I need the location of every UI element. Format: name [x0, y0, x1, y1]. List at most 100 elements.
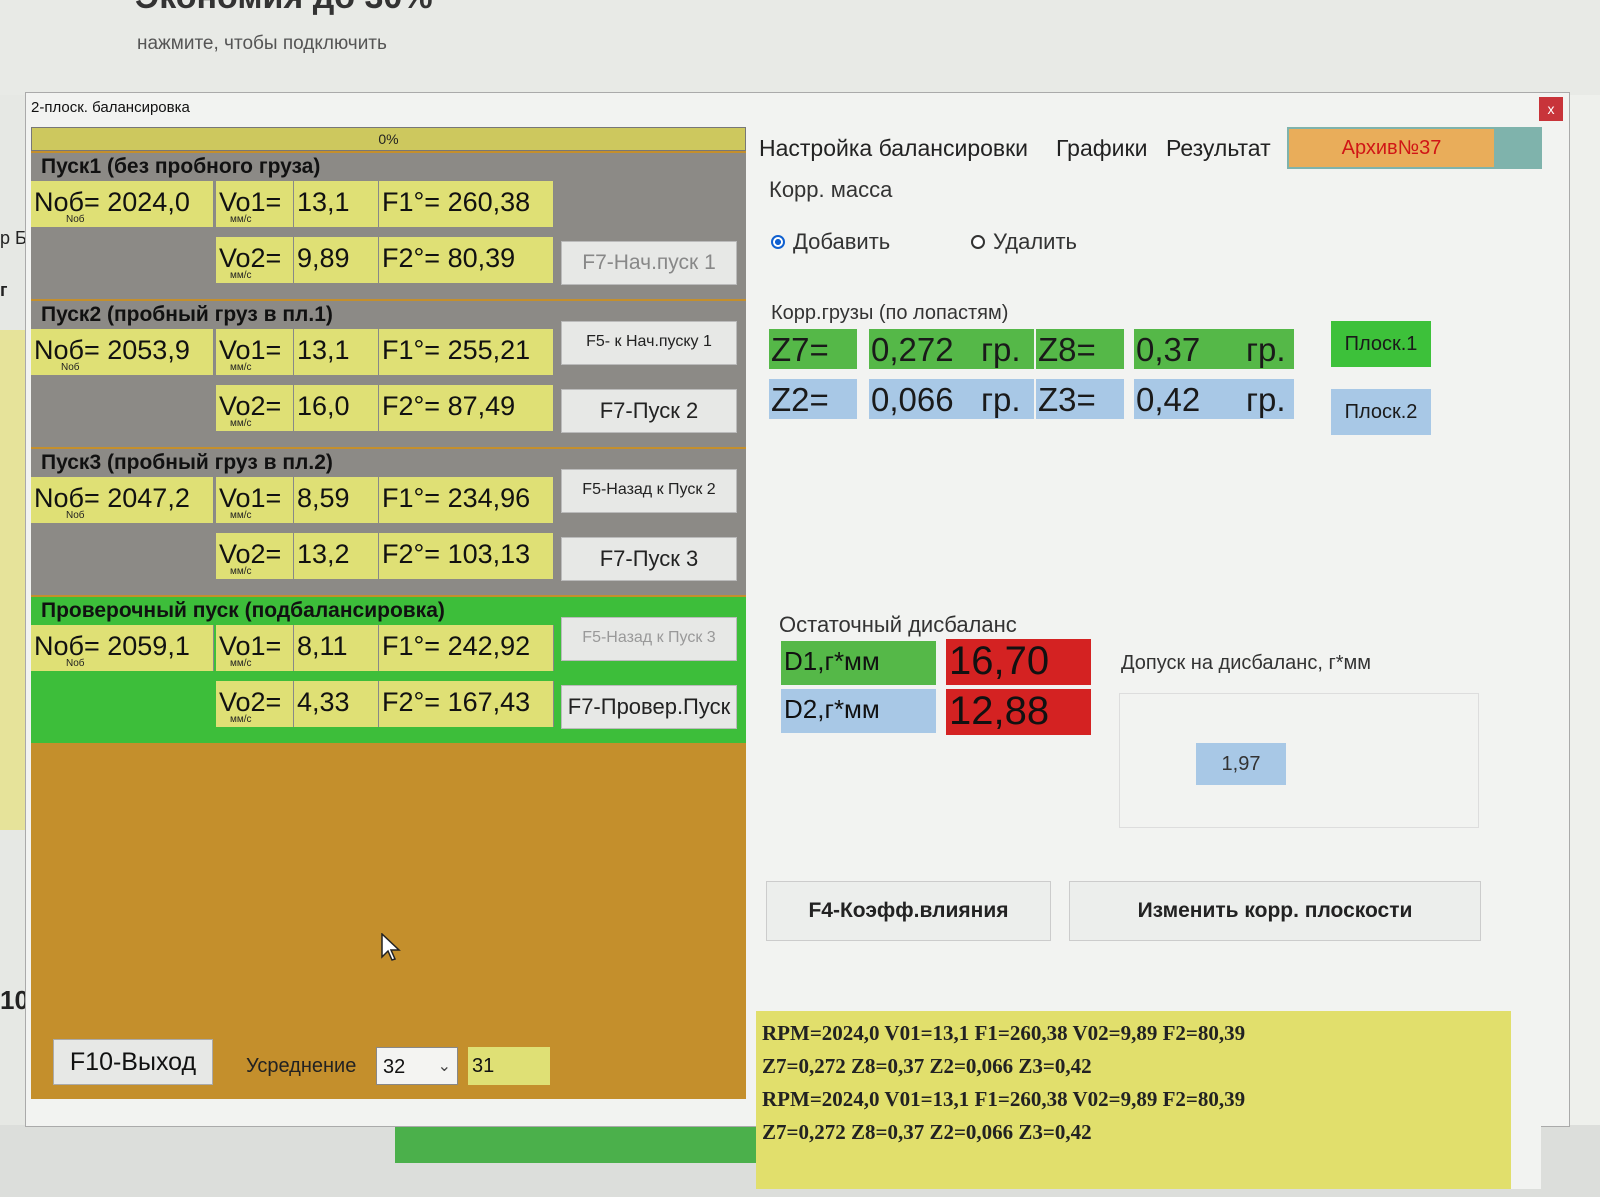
vo2-cell: 13,2 [294, 533, 379, 579]
close-button[interactable]: x [1539, 97, 1563, 121]
averaging-count-field: 31 [468, 1047, 550, 1085]
run-3-button[interactable]: F7-Пуск 3 [561, 537, 737, 581]
run-title: Пуск1 (без пробного груза) [41, 155, 321, 178]
averaging-label: Усреднение [246, 1055, 357, 1077]
z2-value-cell: 0,066 [869, 379, 979, 419]
f2-cell: F2°= 167,43 [379, 681, 554, 727]
f1-value: F1°= 234,96 [382, 483, 531, 513]
vo2-value: 9,89 [297, 243, 350, 273]
background-banner: Экономия до 30% нажмите, чтобы подключит… [0, 0, 1600, 95]
add-radio[interactable] [771, 235, 785, 249]
tab-charts[interactable]: Графики [1056, 135, 1147, 162]
remove-radio[interactable] [971, 235, 985, 249]
f1-cell: F1°= 255,21 [379, 329, 554, 375]
chevron-down-icon: ⌄ [437, 1058, 451, 1075]
verification-run-button[interactable]: F7-Провер.Пуск [561, 685, 737, 729]
change-planes-button[interactable]: Изменить корр. плоскости [1069, 881, 1481, 941]
back-to-run-2-button[interactable]: F5-Назад к Пуск 2 [561, 469, 737, 513]
vo2-cell: 9,89 [294, 237, 379, 283]
rpm-cell: Nоб= 2059,1 Nоб [31, 625, 214, 671]
window-title: 2-плоск. балансировка [31, 99, 190, 116]
start-run-1-button[interactable]: F7-Нач.пуск 1 [561, 241, 737, 285]
velocity-unit: мм/с [230, 418, 252, 429]
run-2-button[interactable]: F7-Пуск 2 [561, 389, 737, 433]
button-label: F7-Пуск 2 [599, 398, 699, 423]
vo1-label-cell: Vo1= мм/с [216, 625, 294, 671]
log-scrollbar[interactable] [1511, 1011, 1541, 1189]
title-bar: 2-плоск. балансировка x [26, 93, 1569, 123]
z2-unit-cell: гр. [979, 379, 1034, 419]
button-label: F7-Провер.Пуск [567, 694, 731, 719]
vo2-label-cell: Vo2= мм/с [216, 237, 294, 283]
z8-value: 0,37 [1136, 331, 1201, 368]
tab-balancing-setup[interactable]: Настройка балансировки [759, 135, 1028, 162]
f2-cell: F2°= 87,49 [379, 385, 554, 431]
results-log: RPM=2024,0 V01=13,1 F1=260,38 V02=9,89 F… [756, 1011, 1511, 1189]
vo1-value: 13,1 [297, 335, 350, 365]
banner-subtitle: нажмите, чтобы подключить [137, 33, 387, 54]
f2-value: F2°= 167,43 [382, 687, 531, 717]
averaging-count: 31 [472, 1055, 495, 1077]
z2-label-cell: Z2= [769, 379, 857, 419]
vo1-label-cell: Vo1= мм/с [216, 181, 294, 227]
archive-button[interactable]: Архив№37 [1289, 129, 1494, 167]
tolerance-value[interactable]: 1,97 [1196, 743, 1286, 785]
background-fragment: г [0, 280, 8, 300]
add-radio-label: Добавить [793, 229, 891, 254]
d2-label: D2,г*мм [784, 694, 880, 724]
rpm-unit: Nоб [61, 362, 80, 373]
averaging-select[interactable]: 32 ⌄ [376, 1047, 458, 1085]
run-title: Пуск2 (пробный груз в пл.1) [41, 303, 333, 326]
back-to-run-1-button[interactable]: F5- к Нач.пуску 1 [561, 321, 737, 365]
vo2-value: 13,2 [297, 539, 350, 569]
remove-radio-label: Удалить [993, 229, 1077, 254]
velocity-unit: мм/с [230, 566, 252, 577]
log-line: Z7=0,272 Z8=0,37 Z2=0,066 Z3=0,42 [762, 1054, 1092, 1078]
back-to-run-3-button[interactable]: F5-Назад к Пуск 3 [561, 617, 737, 661]
z8-label: Z8= [1038, 331, 1096, 368]
f1-cell: F1°= 242,92 [379, 625, 554, 671]
banner-title: Экономия до 30% [135, 0, 433, 17]
run-title: Пуск3 (пробный груз в пл.2) [41, 451, 333, 474]
velocity-unit: мм/с [230, 714, 252, 725]
exit-button[interactable]: F10-Выход [53, 1039, 213, 1085]
weight-unit: гр. [1246, 331, 1286, 368]
weight-unit: гр. [981, 331, 1021, 368]
runs-panel: 0% Пуск1 (без пробного груза) Nоб= 2024,… [31, 127, 746, 1099]
run-group-2: Пуск2 (пробный груз в пл.1) Nоб= 2053,9 … [31, 301, 746, 447]
z7-label: Z7= [771, 331, 829, 368]
z3-value-cell: 0,42 [1134, 379, 1244, 419]
d1-label-cell: D1,г*мм [781, 641, 936, 685]
log-line: RPM=2024,0 V01=13,1 F1=260,38 V02=9,89 F… [762, 1087, 1246, 1111]
influence-coeff-button[interactable]: F4-Коэфф.влияния [766, 881, 1051, 941]
run-title: Проверочный пуск (подбалансировка) [41, 599, 445, 622]
z2-value: 0,066 [871, 381, 954, 418]
weight-unit: гр. [1246, 381, 1286, 418]
d2-value-cell: 12,88 [946, 689, 1091, 735]
balancing-window: 2-плоск. балансировка x 0% Пуск1 (без пр… [25, 92, 1570, 1189]
d1-value: 16,70 [949, 639, 1050, 683]
f2-value: F2°= 80,39 [382, 243, 516, 273]
plane-2-button[interactable]: Плоск.2 [1331, 389, 1431, 435]
rpm-unit: Nоб [66, 658, 85, 669]
f1-value: F1°= 255,21 [382, 335, 531, 365]
plane-1-button[interactable]: Плоск.1 [1331, 321, 1431, 367]
vo1-label-cell: Vo1= мм/с [216, 329, 294, 375]
mouse-pointer-icon [381, 933, 401, 961]
log-line: RPM=2024,0 V01=13,1 F1=260,38 V02=9,89 F… [762, 1021, 1246, 1045]
vo2-label-cell: Vo2= мм/с [216, 533, 294, 579]
z7-value-cell: 0,272 [869, 329, 979, 369]
tolerance-label: Допуск на дисбаланс, г*мм [1121, 652, 1372, 674]
averaging-selected-value: 32 [383, 1056, 406, 1078]
rpm-cell: Nоб= 2047,2 Nоб [31, 477, 214, 523]
d1-label: D1,г*мм [784, 646, 880, 676]
vo2-label-cell: Vo2= мм/с [216, 385, 294, 431]
vo2-value: 16,0 [297, 391, 350, 421]
rpm-cell: Nоб= 2024,0 Nоб [31, 181, 214, 227]
f1-value: F1°= 242,92 [382, 631, 531, 661]
velocity-unit: мм/с [230, 214, 252, 225]
z3-value: 0,42 [1136, 381, 1201, 418]
tab-results[interactable]: Результат [1166, 135, 1271, 162]
z2-label: Z2= [771, 381, 829, 418]
run-group-1: Пуск1 (без пробного груза) Nоб= 2024,0 N… [31, 153, 746, 299]
